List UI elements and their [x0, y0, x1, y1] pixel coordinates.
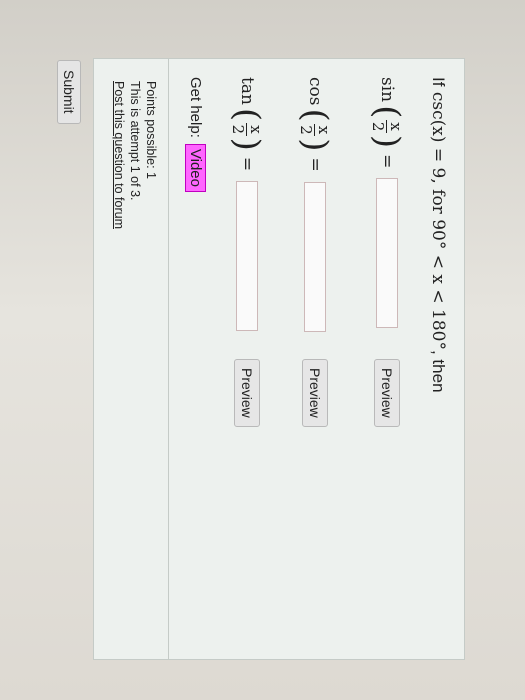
video-help-button[interactable]: Video — [185, 143, 206, 192]
left-paren: ( — [295, 108, 335, 122]
question-card: If csc(x) = 9, for 90° < x < 180°, then … — [93, 58, 465, 660]
right-paren: ) — [227, 137, 267, 151]
submit-button[interactable]: Submit — [57, 60, 81, 124]
fraction-numerator: x — [314, 123, 333, 137]
fraction-numerator: x — [386, 120, 405, 133]
fraction-denominator: 2 — [297, 125, 316, 135]
fraction-denominator: 2 — [369, 121, 388, 132]
attempt-count: This is attempt 1 of 3. — [128, 81, 142, 201]
cos-row: cos ( x 2 ) = — [290, 77, 340, 332]
equals-sign: = — [377, 154, 397, 169]
equals-sign: = — [305, 157, 325, 172]
sin-function-label: sin — [377, 77, 397, 103]
half-angle-fraction: x 2 — [229, 123, 265, 136]
screen: If csc(x) = 9, for 90° < x < 180°, then … — [0, 0, 525, 700]
question-info: Points possible: 1 This is attempt 1 of … — [111, 81, 159, 229]
cos-function-label: cos — [305, 77, 325, 106]
equals-sign: = — [237, 156, 257, 172]
get-help-row: Get help: Video — [185, 77, 206, 192]
half-angle-fraction: x 2 — [369, 120, 405, 133]
tan-function-label: tan — [237, 77, 257, 105]
tan-row: tan ( x 2 ) = — [222, 77, 272, 332]
sin-preview-button[interactable]: Preview — [374, 359, 400, 427]
sin-answer-input[interactable] — [376, 178, 398, 329]
left-paren: ( — [227, 107, 267, 122]
question-condition: csc(x) = 9, for 90° < x < 180° — [428, 91, 448, 350]
sin-row: sin ( x 2 ) = — [362, 77, 412, 329]
tan-preview-button[interactable]: Preview — [234, 359, 260, 427]
question-tail: , then — [429, 349, 448, 393]
points-possible: Points possible: 1 — [144, 81, 158, 179]
fraction-denominator: 2 — [229, 124, 248, 135]
get-help-label: Get help: — [187, 77, 204, 138]
right-paren: ) — [367, 134, 407, 149]
left-paren: ( — [367, 105, 407, 119]
question-lead: If — [429, 77, 448, 87]
right-paren: ) — [295, 138, 335, 152]
post-to-forum-link[interactable]: Post this question to forum — [111, 81, 127, 229]
cos-answer-input[interactable] — [304, 181, 326, 332]
fraction-numerator: x — [246, 123, 265, 136]
tan-answer-input[interactable] — [236, 181, 258, 332]
half-angle-fraction: x 2 — [297, 123, 333, 137]
cos-preview-button[interactable]: Preview — [302, 359, 328, 427]
question-text: If csc(x) = 9, for 90° < x < 180°, then — [428, 77, 448, 393]
divider — [168, 59, 169, 659]
